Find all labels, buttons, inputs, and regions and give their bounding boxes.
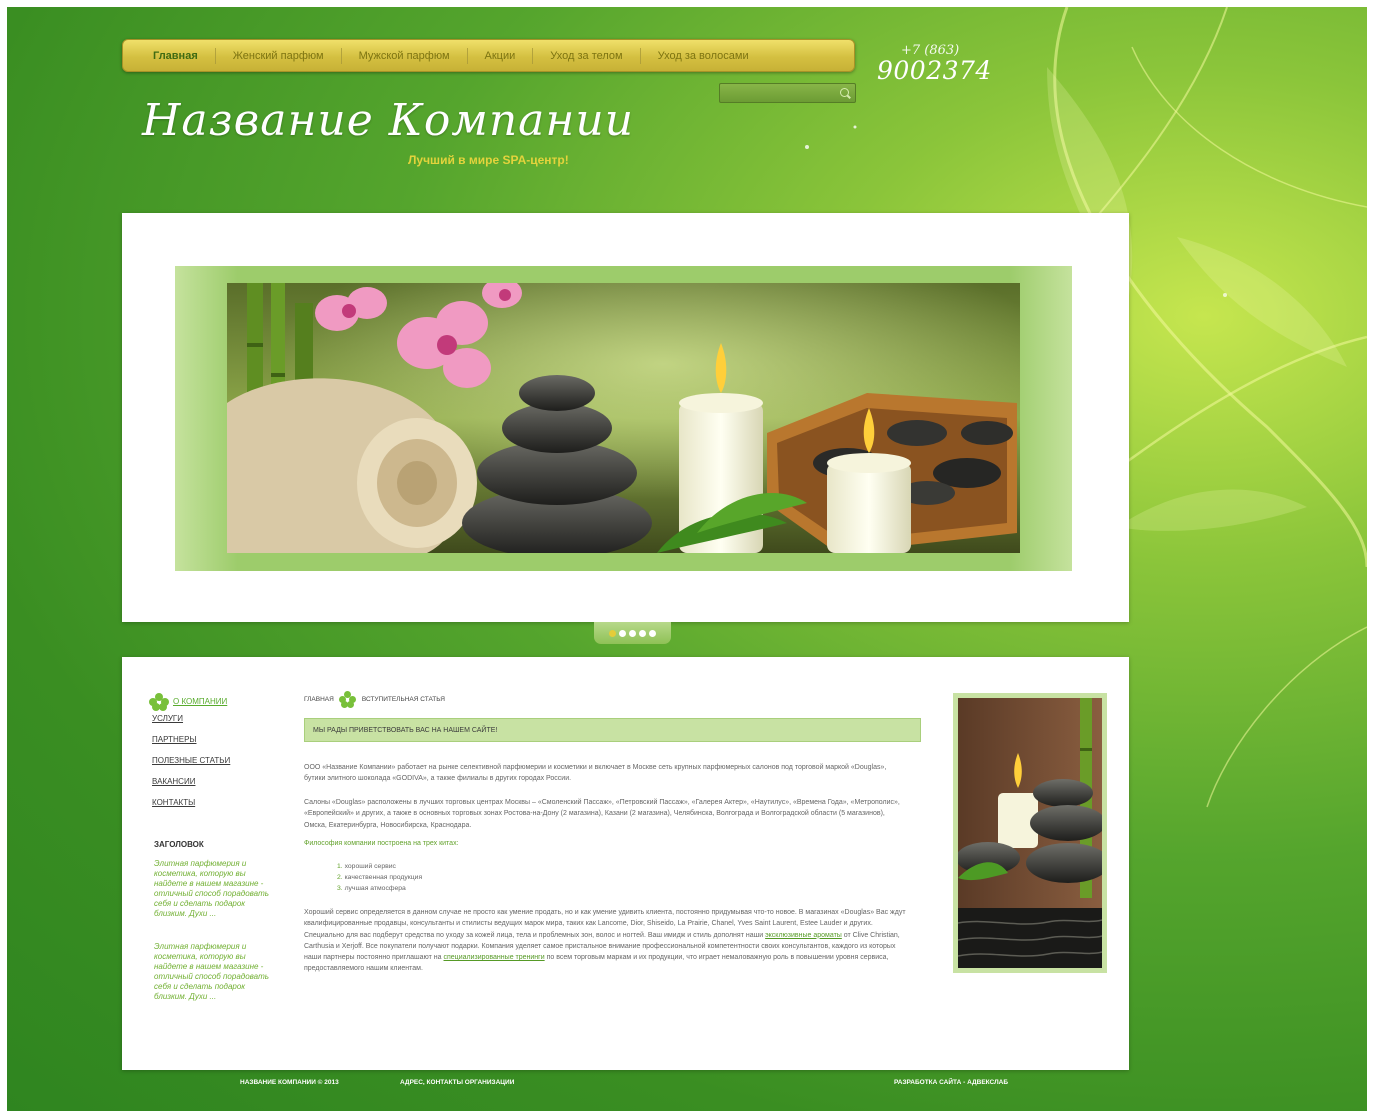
spa-side-image — [953, 693, 1107, 973]
sidebar-menu: О КОМПАНИИ УСЛУГИ ПАРТНЕРЫ ПОЛЕЗНЫЕ СТАТ… — [149, 691, 230, 817]
sidebar-text-1[interactable]: Элитная парфюмерия и косметика, которую … — [154, 859, 280, 919]
breadcrumb: ГЛАВНАЯ ВСТУПИТЕЛЬНАЯ СТАТЬЯ — [304, 691, 445, 708]
list-item: 3. лучшая атмосфера — [337, 885, 406, 892]
welcome-heading: МЫ РАДЫ ПРИВЕТСТВОВАТЬ ВАС НА НАШЕМ САЙТ… — [304, 718, 921, 742]
slider-dot-4[interactable] — [639, 629, 646, 637]
search-input[interactable] — [720, 85, 830, 104]
company-slogan: Лучший в мире SPA-центр! — [408, 153, 569, 167]
flower-icon — [338, 691, 357, 708]
search-box — [719, 83, 856, 104]
phone-number: +7 (863) 9002374 — [877, 43, 992, 85]
nav-separator — [466, 47, 468, 64]
exclusive-aromas-link[interactable]: эксклюзивные ароматы — [765, 932, 842, 939]
slider-dot-1[interactable] — [609, 629, 616, 637]
nav-item-home[interactable]: Главная — [153, 50, 198, 62]
sidebar-item-about[interactable]: О КОМПАНИИ — [149, 691, 230, 712]
search-icon[interactable] — [840, 88, 849, 97]
trainings-link[interactable]: специализированные тренинги — [444, 954, 545, 961]
nav-separator — [639, 47, 641, 64]
sidebar-item-contacts[interactable]: КОНТАКТЫ — [152, 796, 230, 817]
spa-stones-candles-image — [227, 283, 1020, 553]
sidebar-item-partners[interactable]: ПАРТНЕРЫ — [152, 733, 230, 754]
nav-item-mens-perfume[interactable]: Мужской парфюм — [359, 50, 450, 62]
slider-dot-2[interactable] — [619, 629, 626, 637]
list-item: 1. хороший сервис — [337, 863, 396, 870]
sidebar-item-vacancies[interactable]: ВАКАНСИИ — [152, 775, 230, 796]
article-paragraph-1: ООО «Название Компании» работает на рынк… — [304, 764, 887, 783]
list-item: 2. качественная продукция — [337, 874, 423, 881]
flower-icon — [149, 692, 169, 711]
footer-developer[interactable]: РАЗРАБОТКА САЙТА - АДВЕКСЛАБ — [894, 1079, 1008, 1086]
sidebar-heading: ЗАГОЛОВОК — [154, 840, 204, 849]
hero-slider — [122, 213, 1129, 622]
breadcrumb-home[interactable]: ГЛАВНАЯ — [304, 696, 334, 703]
nav-item-body-care[interactable]: Уход за телом — [550, 50, 622, 62]
article-paragraph-2: Салоны «Douglas» расположены в лучших то… — [304, 799, 900, 829]
sidebar-item-label: О КОМПАНИИ — [173, 696, 228, 706]
breadcrumb-current: ВСТУПИТЕЛЬНАЯ СТАТЬЯ — [361, 696, 445, 703]
slider-dot-3[interactable] — [629, 629, 636, 637]
phone-digits: 9002374 — [877, 56, 992, 85]
footer-copyright: НАЗВАНИЕ КОМПАНИИ © 2013 — [240, 1079, 339, 1086]
article-paragraph-3: Хороший сервис определяется в данном слу… — [304, 909, 906, 973]
sidebar-item-services[interactable]: УСЛУГИ — [152, 712, 230, 733]
content-scalloped-edge — [122, 1065, 1129, 1075]
nav-separator — [340, 47, 342, 64]
sidebar-text-2[interactable]: Элитная парфюмерия и косметика, которую … — [154, 942, 280, 1002]
philosophy-line: Философия компании построена на трех кит… — [304, 840, 459, 847]
nav-item-promotions[interactable]: Акции — [485, 50, 516, 62]
sidebar-item-articles[interactable]: ПОЛЕЗНЫЕ СТАТЬИ — [152, 754, 230, 775]
nav-item-womens-perfume[interactable]: Женский парфюм — [233, 50, 324, 62]
page-background: Главная Женский парфюм Мужской парфюм Ак… — [7, 7, 1367, 1111]
slider-dot-5[interactable] — [649, 629, 656, 637]
nav-item-hair-care[interactable]: Уход за волосами — [658, 50, 749, 62]
footer-address[interactable]: АДРЕС, КОНТАКТЫ ОРГАНИЗАЦИИ — [400, 1079, 514, 1086]
philosophy-list: 1. хороший сервис 2. качественная продук… — [337, 861, 422, 894]
nav-separator — [214, 47, 216, 64]
company-logo[interactable]: Название Компании — [142, 95, 634, 146]
main-nav: Главная Женский парфюм Мужской парфюм Ак… — [122, 39, 855, 72]
content-panel: О КОМПАНИИ УСЛУГИ ПАРТНЕРЫ ПОЛЕЗНЫЕ СТАТ… — [122, 657, 1129, 1070]
phone-code: +7 (863) — [901, 43, 960, 58]
slider-pagination — [594, 622, 671, 644]
nav-separator — [532, 47, 534, 64]
